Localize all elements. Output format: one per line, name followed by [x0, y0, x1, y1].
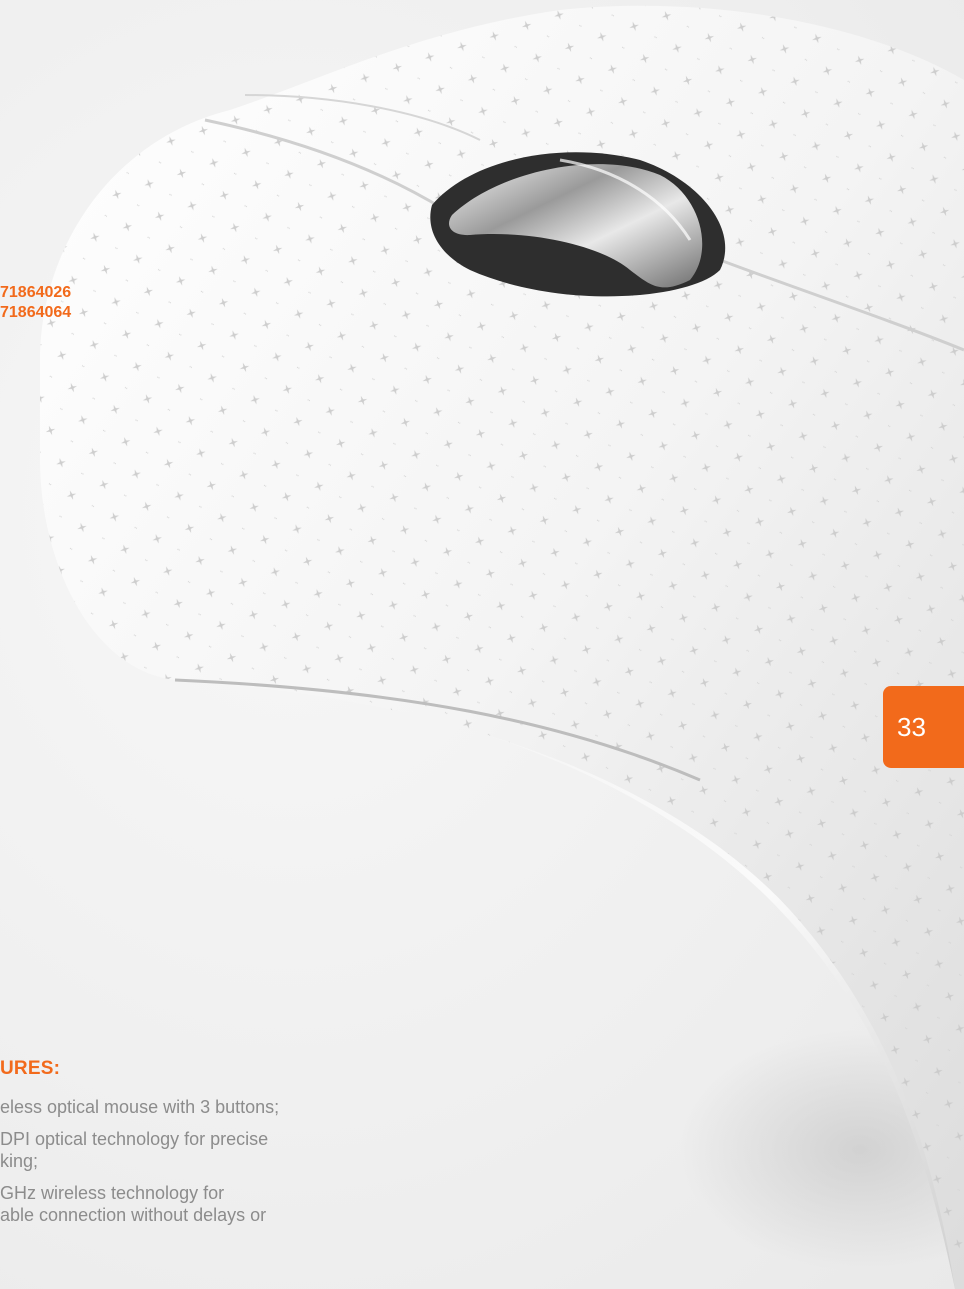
- feature-item: DPI optical technology for precise king;: [0, 1129, 269, 1171]
- feature-item: GHz wireless technology for able connect…: [0, 1183, 267, 1225]
- features-list: eless optical mouse with 3 buttons; DPI …: [0, 1096, 420, 1236]
- product-code: 71864064: [0, 304, 72, 321]
- feature-item: eless optical mouse with 3 buttons;: [0, 1097, 280, 1117]
- page-number-tab: 33: [883, 686, 964, 768]
- page-number: 33: [897, 712, 926, 742]
- product-code: 71864026: [0, 284, 72, 301]
- catalog-page: 71864026 71864064 33 URES: eless optical…: [0, 0, 964, 1289]
- features-heading: URES:: [0, 1058, 61, 1079]
- product-codes: 71864026 71864064: [0, 283, 71, 323]
